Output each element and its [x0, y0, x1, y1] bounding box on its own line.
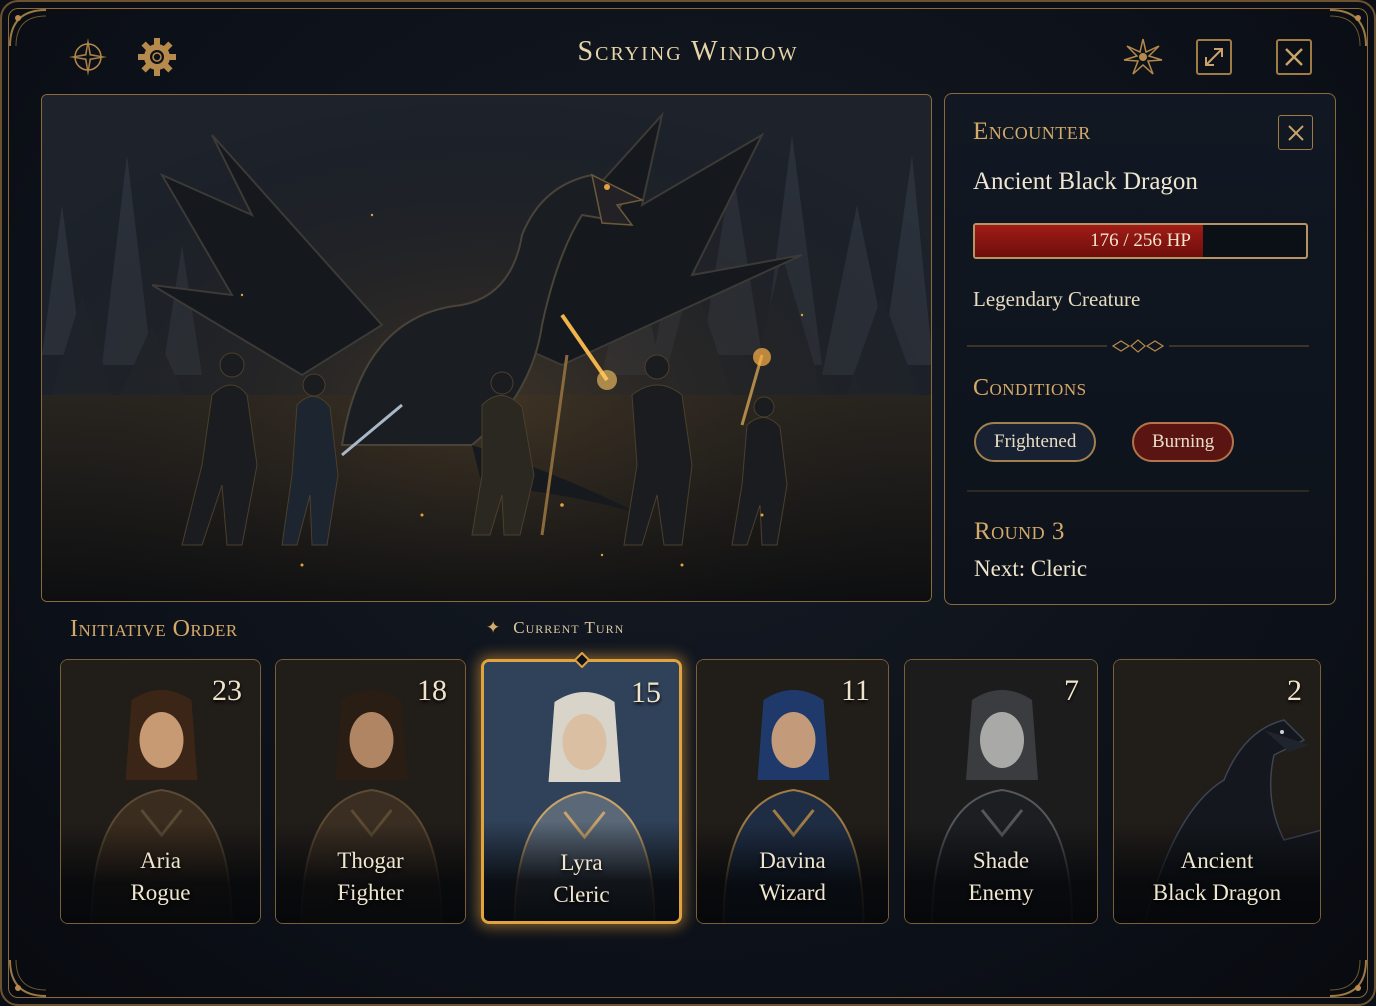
encounter-heading: Encounter [973, 118, 1091, 145]
current-turn-label: ✦ Current Turn [486, 618, 624, 638]
close-icon [1287, 124, 1304, 141]
character-role: Cleric [553, 882, 610, 907]
initiative-value: 18 [417, 674, 447, 707]
next-turn-text: Next: Cleric [974, 556, 1088, 581]
initiative-value: 23 [212, 674, 242, 707]
condition-chip-frightened[interactable]: Frightened [974, 422, 1097, 462]
expand-icon [1205, 48, 1223, 66]
star-burst-icon[interactable] [1122, 36, 1164, 78]
corner-ornament-icon [9, 959, 47, 997]
initiative-card-aria[interactable]: 23 Aria Rogue [60, 659, 261, 924]
round-indicator: Round 3 [974, 518, 1065, 545]
character-role: Enemy [968, 880, 1034, 905]
monster-name: Ancient Black Dragon [973, 168, 1198, 195]
character-name: Aria [140, 848, 181, 873]
initiative-card-shade[interactable]: 7 Shade Enemy [904, 659, 1098, 924]
condition-chip-burning[interactable]: Burning [1132, 422, 1235, 462]
dragon-battle-illustration [42, 95, 931, 601]
hp-text: 176 / 256 HP [1090, 230, 1191, 251]
encounter-panel: Encounter Ancient Black Dragon 176 / 256… [944, 93, 1336, 605]
character-name: Shade [972, 848, 1030, 873]
character-role: Black Dragon [1152, 880, 1282, 905]
close-window-button[interactable] [1276, 39, 1312, 75]
initiative-heading: Initiative Order [70, 616, 238, 642]
character-name: Ancient [1180, 848, 1254, 873]
character-name: Lyra [560, 850, 603, 875]
character-role: Rogue [130, 880, 191, 905]
close-encounter-button[interactable] [1278, 115, 1313, 150]
window-title: Scrying Window [577, 36, 799, 67]
initiative-card-ancient[interactable]: 2 Ancient Black Dragon [1113, 659, 1321, 924]
character-role: Wizard [759, 880, 826, 905]
initiative-card-davina[interactable]: 11 Davina Wizard [696, 659, 889, 924]
ornamental-divider [967, 339, 1309, 353]
sparkle-icon: ✦ [486, 618, 502, 637]
divider-line [967, 490, 1309, 492]
character-role: Fighter [337, 880, 404, 905]
initiative-value: 15 [631, 676, 661, 709]
initiative-card-thogar[interactable]: 18 Thogar Fighter [275, 659, 466, 924]
initiative-value: 7 [1064, 674, 1079, 707]
initiative-value: 2 [1287, 674, 1302, 707]
corner-ornament-icon [1329, 959, 1367, 997]
expand-button[interactable] [1196, 39, 1232, 75]
hp-bar: 176 / 256 HP [973, 223, 1308, 259]
battle-scene-view[interactable] [41, 94, 932, 602]
character-name: Thogar [337, 848, 404, 873]
conditions-heading: Conditions [973, 375, 1087, 401]
character-name: Davina [759, 848, 826, 873]
initiative-card-lyra[interactable]: 15 Lyra Cleric [481, 659, 682, 924]
current-turn-text: Current Turn [513, 618, 625, 637]
creature-type: Legendary Creature [973, 287, 1141, 311]
current-turn-gem-icon [574, 652, 590, 668]
scrying-window: Scrying Window Encounter Ancient Black D… [0, 0, 1376, 1006]
initiative-value: 11 [841, 674, 870, 707]
close-icon [1285, 48, 1303, 66]
